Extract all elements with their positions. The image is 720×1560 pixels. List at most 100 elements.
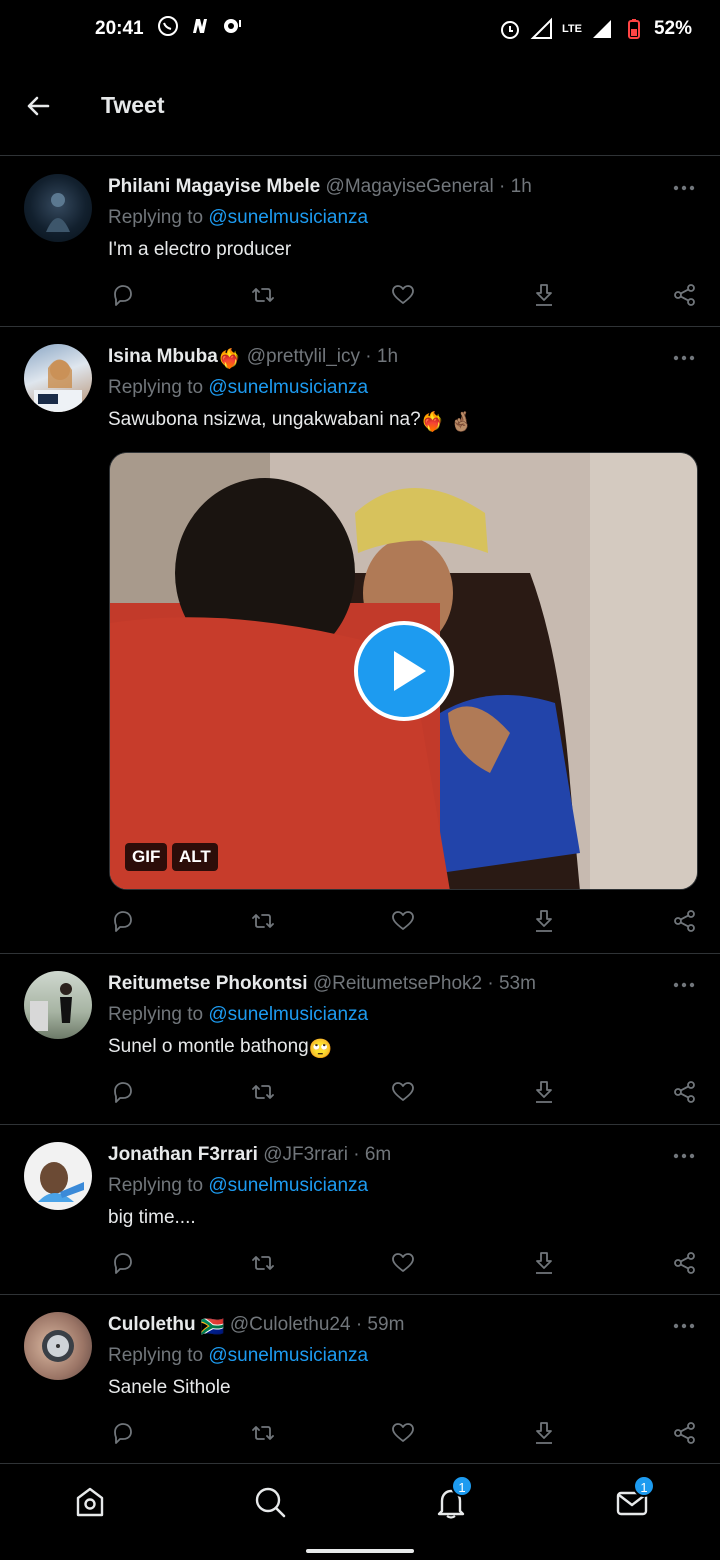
tweet-time: · 1h xyxy=(365,346,399,367)
tweet-time: · 6m xyxy=(353,1144,392,1165)
battery-icon xyxy=(627,19,640,39)
author-name[interactable]: Reitumetse Phokontsi xyxy=(108,973,308,994)
tweet-text: big time.... xyxy=(108,1207,196,1228)
tweet-actions xyxy=(108,1079,698,1107)
retweet-icon[interactable] xyxy=(250,282,276,308)
replying-to: Replying to @sunelmusicianza xyxy=(108,1175,369,1196)
status-time: 20:41 xyxy=(95,18,144,39)
replying-to: Replying to @sunelmusicianza xyxy=(108,1004,369,1025)
replying-to: Replying to @sunelmusicianza xyxy=(108,1345,369,1366)
author-name[interactable]: Jonathan F3rrari xyxy=(108,1144,258,1165)
reply-icon[interactable] xyxy=(110,1420,136,1446)
tweet[interactable]: Isina Mbuba❤️‍🔥 @prettylil_icy · 1h Repl… xyxy=(0,327,720,954)
lte-icon: LTE xyxy=(562,23,582,35)
mention-link[interactable]: @sunelmusicianza xyxy=(208,1345,368,1366)
text-emoji: ❤️‍🔥 🤞🏽 xyxy=(420,412,474,433)
avatar[interactable] xyxy=(24,344,92,412)
like-icon[interactable] xyxy=(390,908,416,934)
battery-percent: 52% xyxy=(653,18,692,39)
alt-badge[interactable]: ALT xyxy=(172,843,218,871)
retweet-icon[interactable] xyxy=(250,908,276,934)
status-bar: 20:41 LTE 52% xyxy=(0,0,720,60)
signal-icon xyxy=(530,17,552,39)
author-name[interactable]: Philani Magayise Mbele xyxy=(108,176,320,197)
like-icon[interactable] xyxy=(390,1079,416,1105)
mention-link[interactable]: @sunelmusicianza xyxy=(208,377,368,398)
author-handle[interactable]: @ReitumetsePhok2 xyxy=(313,973,482,994)
download-icon[interactable] xyxy=(531,1420,557,1446)
more-options-icon[interactable] xyxy=(672,183,696,193)
n-app-icon xyxy=(193,19,207,33)
retweet-icon[interactable] xyxy=(250,1250,276,1276)
page-title: Tweet xyxy=(101,92,165,118)
home-icon[interactable] xyxy=(72,1484,108,1520)
back-arrow-icon[interactable] xyxy=(22,90,54,122)
avatar[interactable] xyxy=(24,1142,92,1210)
author-name[interactable]: Isina Mbuba xyxy=(108,346,218,367)
home-indicator xyxy=(306,1549,414,1553)
like-icon[interactable] xyxy=(390,282,416,308)
tweet[interactable]: Reitumetse Phokontsi @ReitumetsePhok2 · … xyxy=(0,954,720,1125)
tweet[interactable]: Philani Magayise Mbele @MagayiseGeneral … xyxy=(0,157,720,327)
author-handle[interactable]: @MagayiseGeneral xyxy=(326,176,494,197)
more-options-icon[interactable] xyxy=(672,980,696,990)
gif-media[interactable]: GIF ALT xyxy=(109,452,698,890)
avatar[interactable] xyxy=(24,1312,92,1380)
author-name[interactable]: Culolethu xyxy=(108,1314,196,1335)
download-icon[interactable] xyxy=(531,1250,557,1276)
tweet-time: · 1h xyxy=(499,176,532,197)
tweet[interactable]: Culolethu 🇿🇦 @Culolethu24 · 59m Replying… xyxy=(0,1295,720,1463)
share-icon[interactable] xyxy=(672,908,698,934)
messages-badge: 1 xyxy=(633,1475,655,1497)
more-options-icon[interactable] xyxy=(672,1321,696,1331)
bottom-navigation: 1 1 xyxy=(0,1463,720,1560)
replying-to: Replying to @sunelmusicianza xyxy=(108,377,369,398)
retweet-icon[interactable] xyxy=(250,1420,276,1446)
mention-link[interactable]: @sunelmusicianza xyxy=(208,1004,368,1025)
download-icon[interactable] xyxy=(531,908,557,934)
play-button[interactable] xyxy=(354,621,454,721)
download-icon[interactable] xyxy=(531,282,557,308)
share-icon[interactable] xyxy=(672,1079,698,1105)
mention-link[interactable]: @sunelmusicianza xyxy=(208,1175,368,1196)
tweet-actions xyxy=(108,282,698,310)
notifications-badge: 1 xyxy=(451,1475,473,1497)
more-options-icon[interactable] xyxy=(672,1151,696,1161)
chat-app-icon xyxy=(224,19,241,33)
text-emoji: 🙄 xyxy=(308,1039,333,1060)
signal-icon xyxy=(592,20,611,38)
share-icon[interactable] xyxy=(672,1250,698,1276)
reply-icon[interactable] xyxy=(110,1079,136,1105)
tweet-text: Sanele Sithole xyxy=(108,1377,231,1398)
avatar[interactable] xyxy=(24,174,92,242)
tweet-text: I'm a electro producer xyxy=(108,239,292,260)
mention-link[interactable]: @sunelmusicianza xyxy=(208,207,368,228)
flag-emoji: 🇿🇦 xyxy=(200,1317,225,1338)
tweet-time: · 59m xyxy=(355,1314,405,1335)
reply-icon[interactable] xyxy=(110,282,136,308)
tweet-actions xyxy=(108,908,698,936)
reply-icon[interactable] xyxy=(110,908,136,934)
like-icon[interactable] xyxy=(390,1420,416,1446)
search-icon[interactable] xyxy=(252,1484,288,1520)
tweet-actions xyxy=(108,1250,698,1278)
gif-badge: GIF xyxy=(125,843,168,871)
tweet-actions xyxy=(108,1420,698,1448)
like-icon[interactable] xyxy=(390,1250,416,1276)
retweet-icon[interactable] xyxy=(250,1079,276,1105)
more-options-icon[interactable] xyxy=(672,353,696,363)
download-icon[interactable] xyxy=(531,1079,557,1105)
author-handle[interactable]: @prettylil_icy xyxy=(247,346,360,367)
reply-icon[interactable] xyxy=(110,1250,136,1276)
tweet-text: Sawubona nsizwa, ungakwabani na? xyxy=(108,409,421,430)
alarm-icon xyxy=(501,21,519,39)
name-emoji: ❤️‍🔥 xyxy=(217,349,242,370)
avatar[interactable] xyxy=(24,971,92,1039)
author-handle[interactable]: @JF3rrari xyxy=(263,1144,348,1165)
tweet[interactable]: Jonathan F3rrari @JF3rrari · 6m Replying… xyxy=(0,1125,720,1295)
whatsapp-icon xyxy=(158,16,178,36)
author-handle[interactable]: @Culolethu24 xyxy=(230,1314,351,1335)
share-icon[interactable] xyxy=(672,1420,698,1446)
play-icon xyxy=(394,651,426,691)
share-icon[interactable] xyxy=(672,282,698,308)
